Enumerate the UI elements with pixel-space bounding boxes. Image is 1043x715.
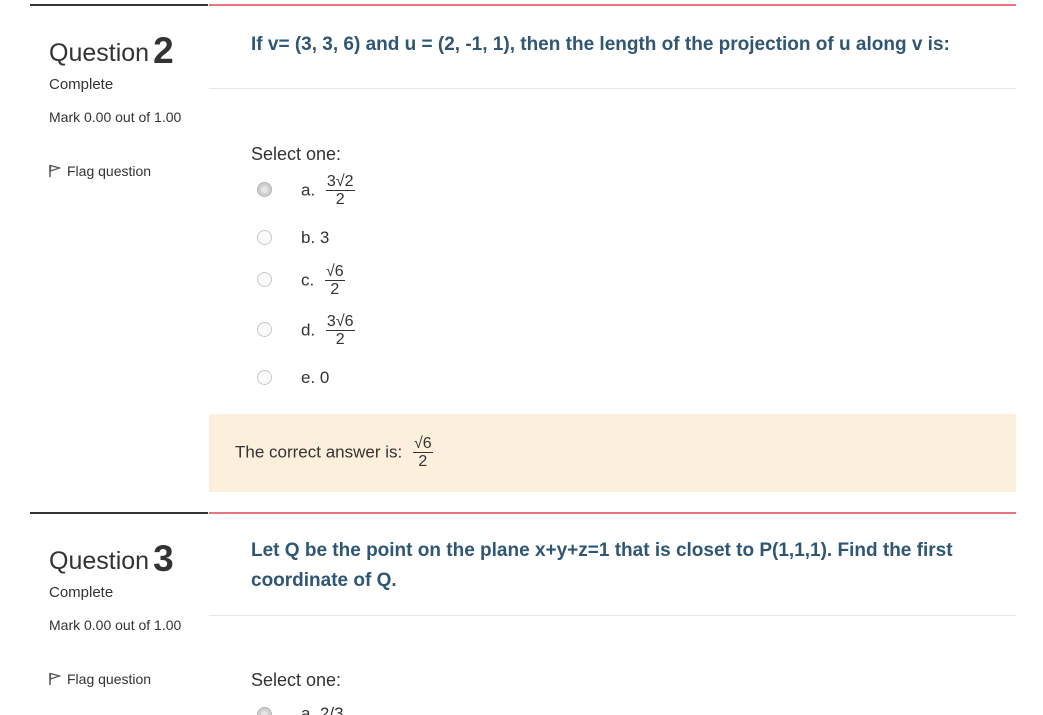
- option-a-label: a. 2/3: [301, 704, 344, 715]
- flag-label: Flag question: [67, 671, 152, 687]
- select-one-prompt: Select one:: [251, 144, 342, 164]
- option-d-label: d. 3√6 2: [301, 314, 355, 348]
- denominator: 2: [335, 331, 345, 348]
- question-number: 2: [153, 30, 174, 71]
- question-text: If v= (3, 3, 6) and u = (2, -1, 1), then…: [251, 34, 950, 55]
- option-a-fraction: 3√2 2: [325, 173, 355, 208]
- question-state: Complete: [49, 584, 114, 601]
- question-2-content: If v= (3, 3, 6) and u = (2, -1, 1), then…: [209, 4, 1016, 494]
- flag-question-link[interactable]: Flag question: [49, 163, 151, 179]
- option-a-label: a. 3√2 2: [301, 174, 355, 208]
- option-d-fraction: 3√6 2: [325, 313, 355, 348]
- radio-option-a[interactable]: [257, 182, 272, 197]
- question-3-info: Question 3 Complete Mark 0.00 out of 1.00…: [30, 512, 208, 715]
- question-3-content: Let Q be the point on the plane x+y+z=1 …: [209, 512, 1016, 715]
- question-2-number: Question 2: [49, 28, 174, 71]
- correct-answer-label: The correct answer is:: [235, 442, 403, 462]
- flag-question-link[interactable]: Flag question: [49, 671, 151, 687]
- denominator: 2: [335, 191, 345, 208]
- option-prefix: c.: [301, 270, 315, 290]
- separator: [209, 615, 1016, 616]
- radio-option-c[interactable]: [257, 272, 272, 287]
- radio-option-d[interactable]: [257, 322, 272, 337]
- question-grade: Mark 0.00 out of 1.00: [49, 617, 182, 633]
- option-e-label: e. 0: [301, 368, 330, 387]
- denominator: 2: [330, 281, 340, 298]
- option-b-label: b. 3: [301, 228, 330, 247]
- question-label: Question: [49, 39, 150, 67]
- question-text: Let Q be the point on the plane x+y+z=1 …: [251, 540, 953, 591]
- radio-option-a[interactable]: [257, 707, 272, 715]
- radio-option-e[interactable]: [257, 370, 272, 385]
- option-c-fraction: √6 2: [324, 263, 345, 298]
- correct-answer: The correct answer is: √6 2: [235, 436, 433, 470]
- question-2-info: Question 2 Complete Mark 0.00 out of 1.00…: [30, 4, 208, 246]
- option-c-label: c. √6 2: [301, 264, 345, 298]
- flag-icon: [49, 672, 62, 685]
- flag-label: Flag question: [67, 163, 152, 179]
- question-number: 3: [153, 538, 174, 579]
- question-state: Complete: [49, 76, 114, 93]
- flag-icon: [49, 164, 62, 177]
- numerator: 3√6: [325, 313, 355, 331]
- option-prefix: a.: [301, 180, 316, 200]
- numerator: 3√2: [325, 173, 355, 191]
- feedback-box: The correct answer is: √6 2: [209, 414, 1016, 492]
- question-label: Question: [49, 547, 150, 575]
- numerator: √6: [412, 435, 433, 453]
- select-one-prompt: Select one:: [251, 670, 342, 690]
- question-grade: Mark 0.00 out of 1.00: [49, 109, 182, 125]
- correct-answer-fraction: √6 2: [412, 435, 433, 470]
- radio-option-b[interactable]: [257, 230, 272, 245]
- numerator: √6: [324, 263, 345, 281]
- question-3-number: Question 3: [49, 536, 174, 579]
- denominator: 2: [418, 453, 428, 470]
- separator: [209, 88, 1016, 89]
- option-prefix: d.: [301, 320, 316, 340]
